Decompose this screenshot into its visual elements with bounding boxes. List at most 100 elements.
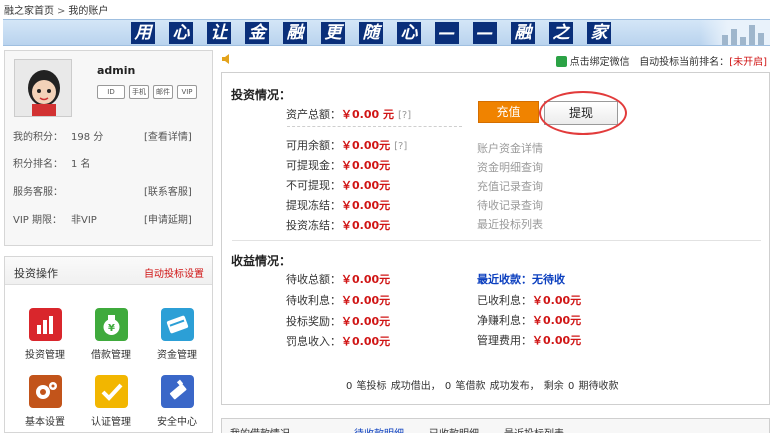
- total-assets-row: 资产总额：￥0.00 元 [?]: [231, 106, 411, 122]
- security-center-label: 安全中心: [157, 417, 197, 428]
- received-payment-tab[interactable]: 已收款明细: [429, 425, 479, 433]
- recharge-button[interactable]: 充值: [478, 101, 539, 123]
- recent-bids-tab[interactable]: 最近投标列表: [504, 425, 564, 433]
- available-balance-label: 可用余额：: [286, 139, 341, 152]
- points-value: 198 分: [71, 132, 104, 143]
- rank-label: 积分排名：: [13, 159, 63, 170]
- recharge-record-link[interactable]: 充值记录查询: [477, 178, 543, 194]
- fund-management-label: 资金管理: [157, 350, 197, 361]
- card-icon: [160, 308, 194, 341]
- recent-bids-link[interactable]: 最近投标列表: [477, 216, 543, 232]
- banner-char: 心: [397, 22, 421, 44]
- total-assets-value: ￥0.00 元: [341, 108, 394, 121]
- auto-bid-rank-value[interactable]: [未开启]: [729, 57, 767, 68]
- banner-char: 家: [587, 22, 611, 44]
- non-withdrawable-label: 不可提现：: [286, 179, 341, 192]
- slogan-banner: 用心让金融更随心 — — 融之家: [3, 19, 770, 46]
- non-withdrawable-row: 不可提现：￥0.00元: [231, 177, 390, 193]
- net-interest-row: 净赚利息：￥0.00元: [477, 312, 581, 328]
- breadcrumb-separator: >: [57, 6, 66, 17]
- invest-management-label: 投资管理: [25, 350, 65, 361]
- banner-char: 之: [549, 22, 573, 44]
- vip-row: VIP 期限： 非VIP [申请延期]: [13, 211, 192, 226]
- loan-management-button[interactable]: ¥ 借款管理: [81, 308, 141, 361]
- usb-key-icon: [160, 375, 194, 408]
- operations-header: 投资操作 自动投标设置: [5, 257, 212, 285]
- breadcrumb-home-link[interactable]: 融之家首页: [4, 6, 54, 17]
- money-bag-icon: ¥: [94, 308, 128, 341]
- banner-slogan: 用心让金融更随心 — — 融之家: [131, 22, 625, 44]
- banner-char: 融: [511, 22, 535, 44]
- banner-char: 用: [131, 22, 155, 44]
- account-overview-panel: 投资情况： 资产总额：￥0.00 元 [?] 充值 提现 可用余额：￥0.00元[…: [221, 72, 770, 405]
- total-assets-help[interactable]: [?]: [398, 110, 411, 121]
- penalty-income-value: ￥0.00元: [341, 335, 391, 348]
- auth-management-label: 认证管理: [91, 417, 131, 428]
- invest-frozen-row: 投资冻结：￥0.00元: [231, 217, 390, 233]
- bid-summary: 0 笔投标 成功借出， 0 笔借款 成功发布， 剩余 0 期待收款: [346, 381, 619, 392]
- vip-extend-link[interactable]: [申请延期]: [144, 211, 192, 226]
- withdraw-frozen-row: 提现冻结：￥0.00元: [231, 197, 390, 213]
- available-balance-help[interactable]: [?]: [394, 141, 407, 152]
- points-label: 我的积分：: [13, 132, 63, 143]
- management-fee-row: 管理费用：￥0.00元: [477, 332, 581, 348]
- basic-settings-label: 基本设置: [25, 417, 65, 428]
- username: admin: [97, 64, 136, 77]
- received-interest-label: 已收利息：: [477, 294, 532, 307]
- withdraw-frozen-value: ￥0.00元: [341, 199, 391, 212]
- avatar[interactable]: [14, 59, 72, 117]
- auto-bid-settings-link[interactable]: 自动投标设置: [144, 265, 204, 280]
- loan-status-title: 我的借款情况: [230, 425, 290, 433]
- avatar-image: [15, 60, 71, 116]
- non-withdrawable-value: ￥0.00元: [341, 179, 391, 192]
- security-center-button[interactable]: 安全中心: [147, 375, 207, 428]
- invest-management-button[interactable]: 投资管理: [15, 308, 75, 361]
- contact-service-link[interactable]: [联系客服]: [144, 183, 192, 198]
- auth-management-button[interactable]: 认证管理: [81, 375, 141, 428]
- withdraw-frozen-label: 提现冻结：: [286, 199, 341, 212]
- pending-total-value: ￥0.00元: [341, 273, 391, 286]
- phone-verify-icon[interactable]: 手机: [129, 85, 149, 99]
- svg-text:¥: ¥: [108, 323, 115, 334]
- topbar-right: 点击绑定微信 自动投标当前排名：[未开启]: [555, 53, 767, 68]
- basic-settings-button[interactable]: 基本设置: [15, 375, 75, 428]
- available-balance-value: ￥0.00元: [341, 139, 391, 152]
- management-fee-value: ￥0.00元: [532, 334, 582, 347]
- points-detail-link[interactable]: [查看详情]: [144, 128, 192, 143]
- wechat-icon: [555, 56, 567, 67]
- pending-total-row: 待收总额：￥0.00元: [231, 271, 390, 287]
- chart-icon: [28, 308, 62, 341]
- loan-management-label: 借款管理: [91, 350, 131, 361]
- income-section-title: 收益情况：: [231, 254, 292, 268]
- pending-interest-row: 待收利息：￥0.00元: [231, 292, 390, 308]
- invest-frozen-value: ￥0.00元: [341, 219, 391, 232]
- bid-reward-row: 投标奖励：￥0.00元: [231, 313, 390, 329]
- recent-payment-status: 最近收款：无待收: [477, 273, 565, 286]
- penalty-income-label: 罚息收入：: [286, 335, 341, 348]
- vip-icon[interactable]: VIP: [177, 85, 197, 99]
- section-divider: [232, 240, 761, 241]
- verification-badges: ID 手机 邮件 VIP: [97, 85, 197, 99]
- banner-char: 金: [245, 22, 269, 44]
- vip-value: 非VIP: [71, 215, 97, 226]
- speaker-icon[interactable]: [221, 53, 233, 65]
- banner-char: 随: [359, 22, 383, 44]
- pending-payment-tab[interactable]: 待收款明细: [354, 425, 404, 433]
- received-interest-value: ￥0.00元: [532, 294, 582, 307]
- pending-interest-value: ￥0.00元: [341, 294, 391, 307]
- auto-bid-rank-label: 自动投标当前排名：: [639, 57, 730, 68]
- fund-management-button[interactable]: 资金管理: [147, 308, 207, 361]
- email-verify-icon[interactable]: 邮件: [153, 85, 173, 99]
- profile-panel: admin ID 手机 邮件 VIP 我的积分： 198 分 [查看详情] 积分…: [4, 50, 213, 246]
- breadcrumb-current: 我的账户: [68, 6, 109, 17]
- dashed-separator: [287, 126, 462, 127]
- pending-record-link[interactable]: 待收记录查询: [477, 197, 543, 213]
- id-card-icon[interactable]: ID: [97, 85, 125, 99]
- banner-char: —: [435, 22, 459, 44]
- account-detail-link[interactable]: 账户资金详情: [477, 140, 543, 156]
- pending-total-label: 待收总额：: [286, 273, 341, 286]
- banner-char: 让: [207, 22, 231, 44]
- operations-title: 投资操作: [14, 267, 58, 280]
- fund-detail-link[interactable]: 资金明细查询: [477, 159, 543, 175]
- bind-wechat-link[interactable]: 点击绑定微信: [570, 57, 630, 68]
